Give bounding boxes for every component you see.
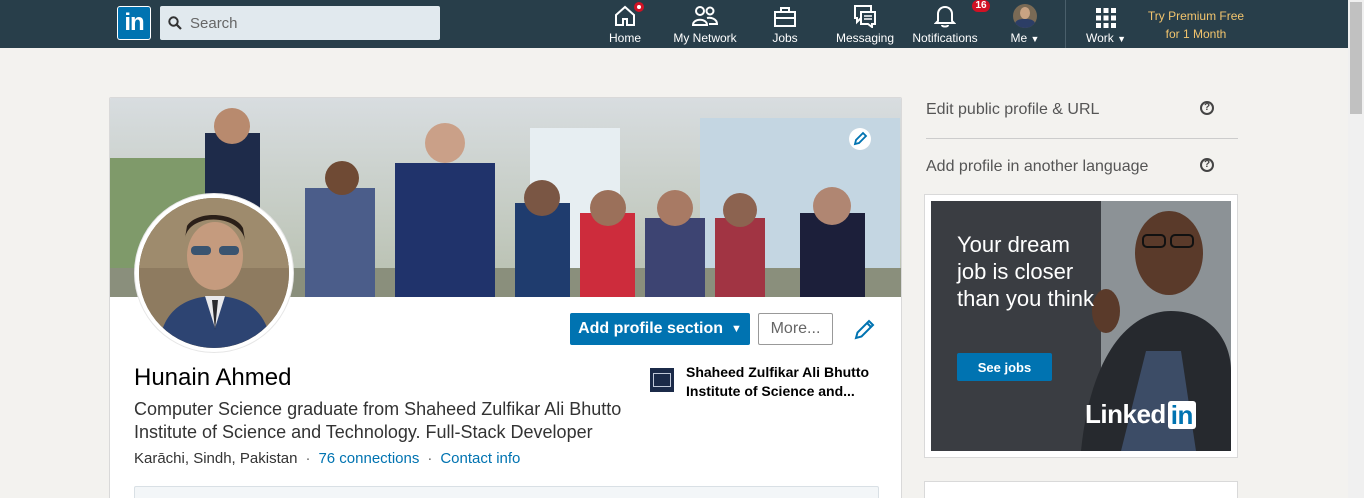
school-name: Shaheed Zulfikar Ali Bhutto Institute of… <box>686 363 869 401</box>
search-bar[interactable] <box>160 6 440 40</box>
profile-dashboard-box <box>134 486 879 498</box>
premium-line-1: Try Premium Free <box>1147 9 1245 23</box>
profile-name: Hunain Ahmed <box>134 364 292 391</box>
nav-jobs-label: Jobs <box>772 31 798 45</box>
more-button[interactable]: More... <box>758 313 833 345</box>
linkedin-wordmark-text: Linked <box>1085 399 1166 429</box>
nav-me[interactable]: Me ▼ <box>1005 2 1045 46</box>
sidebar-divider <box>926 138 1238 139</box>
school-logo-icon <box>650 368 674 392</box>
avatar-icon <box>1013 2 1037 28</box>
linkedin-in-badge: in <box>1167 400 1196 429</box>
see-jobs-button[interactable]: See jobs <box>957 353 1052 381</box>
nav-work-label: Work ▼ <box>1086 31 1126 45</box>
logo-text: in <box>118 7 150 39</box>
help-icon[interactable]: ? <box>1200 158 1214 172</box>
messaging-icon <box>853 2 877 28</box>
nav-me-label: Me ▼ <box>1011 31 1040 45</box>
meta-separator: · <box>305 450 311 467</box>
me-label-text: Me <box>1010 31 1028 45</box>
chevron-down-icon: ▼ <box>1030 34 1040 44</box>
nav-messaging-label: Messaging <box>835 31 895 45</box>
nav-messaging[interactable]: Messaging <box>835 2 895 46</box>
work-label-text: Work <box>1085 31 1114 45</box>
notifications-count-badge: 16 <box>970 0 992 14</box>
profile-headline: Computer Science graduate from Shaheed Z… <box>134 399 622 442</box>
nav-home-label: Home <box>608 31 641 45</box>
nav-work[interactable]: Work ▼ <box>1082 2 1130 46</box>
briefcase-icon <box>773 2 797 28</box>
add-profile-section-label: Add profile section <box>578 320 723 337</box>
bell-icon: 16 <box>934 0 992 28</box>
sidebar-card <box>924 481 1238 498</box>
education-school[interactable]: Shaheed Zulfikar Ali Bhutto Institute of… <box>650 363 880 401</box>
school-name-line-2: Institute of Science and... <box>686 383 855 399</box>
edit-public-profile-link[interactable]: Edit public profile & URL <box>926 101 1099 119</box>
avatar-photo <box>139 198 289 348</box>
nav-my-network-label: My Network <box>673 31 737 45</box>
chevron-down-icon: ▼ <box>1117 34 1127 44</box>
ad-headline: Your dream job is closer than you think <box>957 232 1094 311</box>
profile-avatar[interactable] <box>135 194 293 352</box>
network-icon <box>692 2 718 28</box>
nav-my-network[interactable]: My Network <box>670 2 740 46</box>
premium-line-2: for 1 Month <box>1165 27 1227 41</box>
connections-link[interactable]: 76 connections <box>318 450 419 467</box>
add-profile-section-button[interactable]: Add profile section ▼ <box>570 313 750 345</box>
edit-cover-pencil-icon[interactable] <box>849 128 871 150</box>
jobs-ad-banner[interactable]: Your dream job is closer than you think … <box>931 201 1231 451</box>
nav-notifications-label: Notifications <box>912 31 978 45</box>
linkedin-logo[interactable]: in <box>117 6 151 40</box>
help-icon[interactable]: ? <box>1200 101 1214 115</box>
home-dot-badge <box>632 0 646 14</box>
school-name-line-1: Shaheed Zulfikar Ali Bhutto <box>686 364 870 380</box>
grid-icon <box>1096 2 1116 28</box>
profile-meta: Karāchi, Sindh, Pakistan · 76 connection… <box>134 450 520 467</box>
contact-info-link[interactable]: Contact info <box>440 450 520 467</box>
home-icon <box>613 0 646 28</box>
search-input[interactable] <box>190 14 430 32</box>
nav-divider <box>1065 0 1066 48</box>
caret-down-icon: ▼ <box>731 323 742 335</box>
profile-card: Add profile section ▼ More... Hunain Ahme… <box>109 97 902 498</box>
add-language-profile-link[interactable]: Add profile in another language <box>926 158 1148 176</box>
nav-notifications[interactable]: 16 Notifications <box>910 0 992 46</box>
edit-intro-pencil-icon[interactable] <box>853 317 877 341</box>
top-nav: in Home My Network Jobs Messaging 16 <box>0 0 1348 48</box>
search-icon <box>168 16 182 30</box>
nav-jobs[interactable]: Jobs <box>765 2 805 46</box>
profile-location: Karāchi, Sindh, Pakistan <box>134 450 298 467</box>
scrollbar-thumb[interactable] <box>1350 2 1362 114</box>
try-premium-link[interactable]: Try Premium Free for 1 Month <box>1145 7 1247 43</box>
linkedin-wordmark: Linked in <box>1085 399 1196 430</box>
nav-home[interactable]: Home <box>605 0 646 46</box>
meta-separator: · <box>427 450 433 467</box>
